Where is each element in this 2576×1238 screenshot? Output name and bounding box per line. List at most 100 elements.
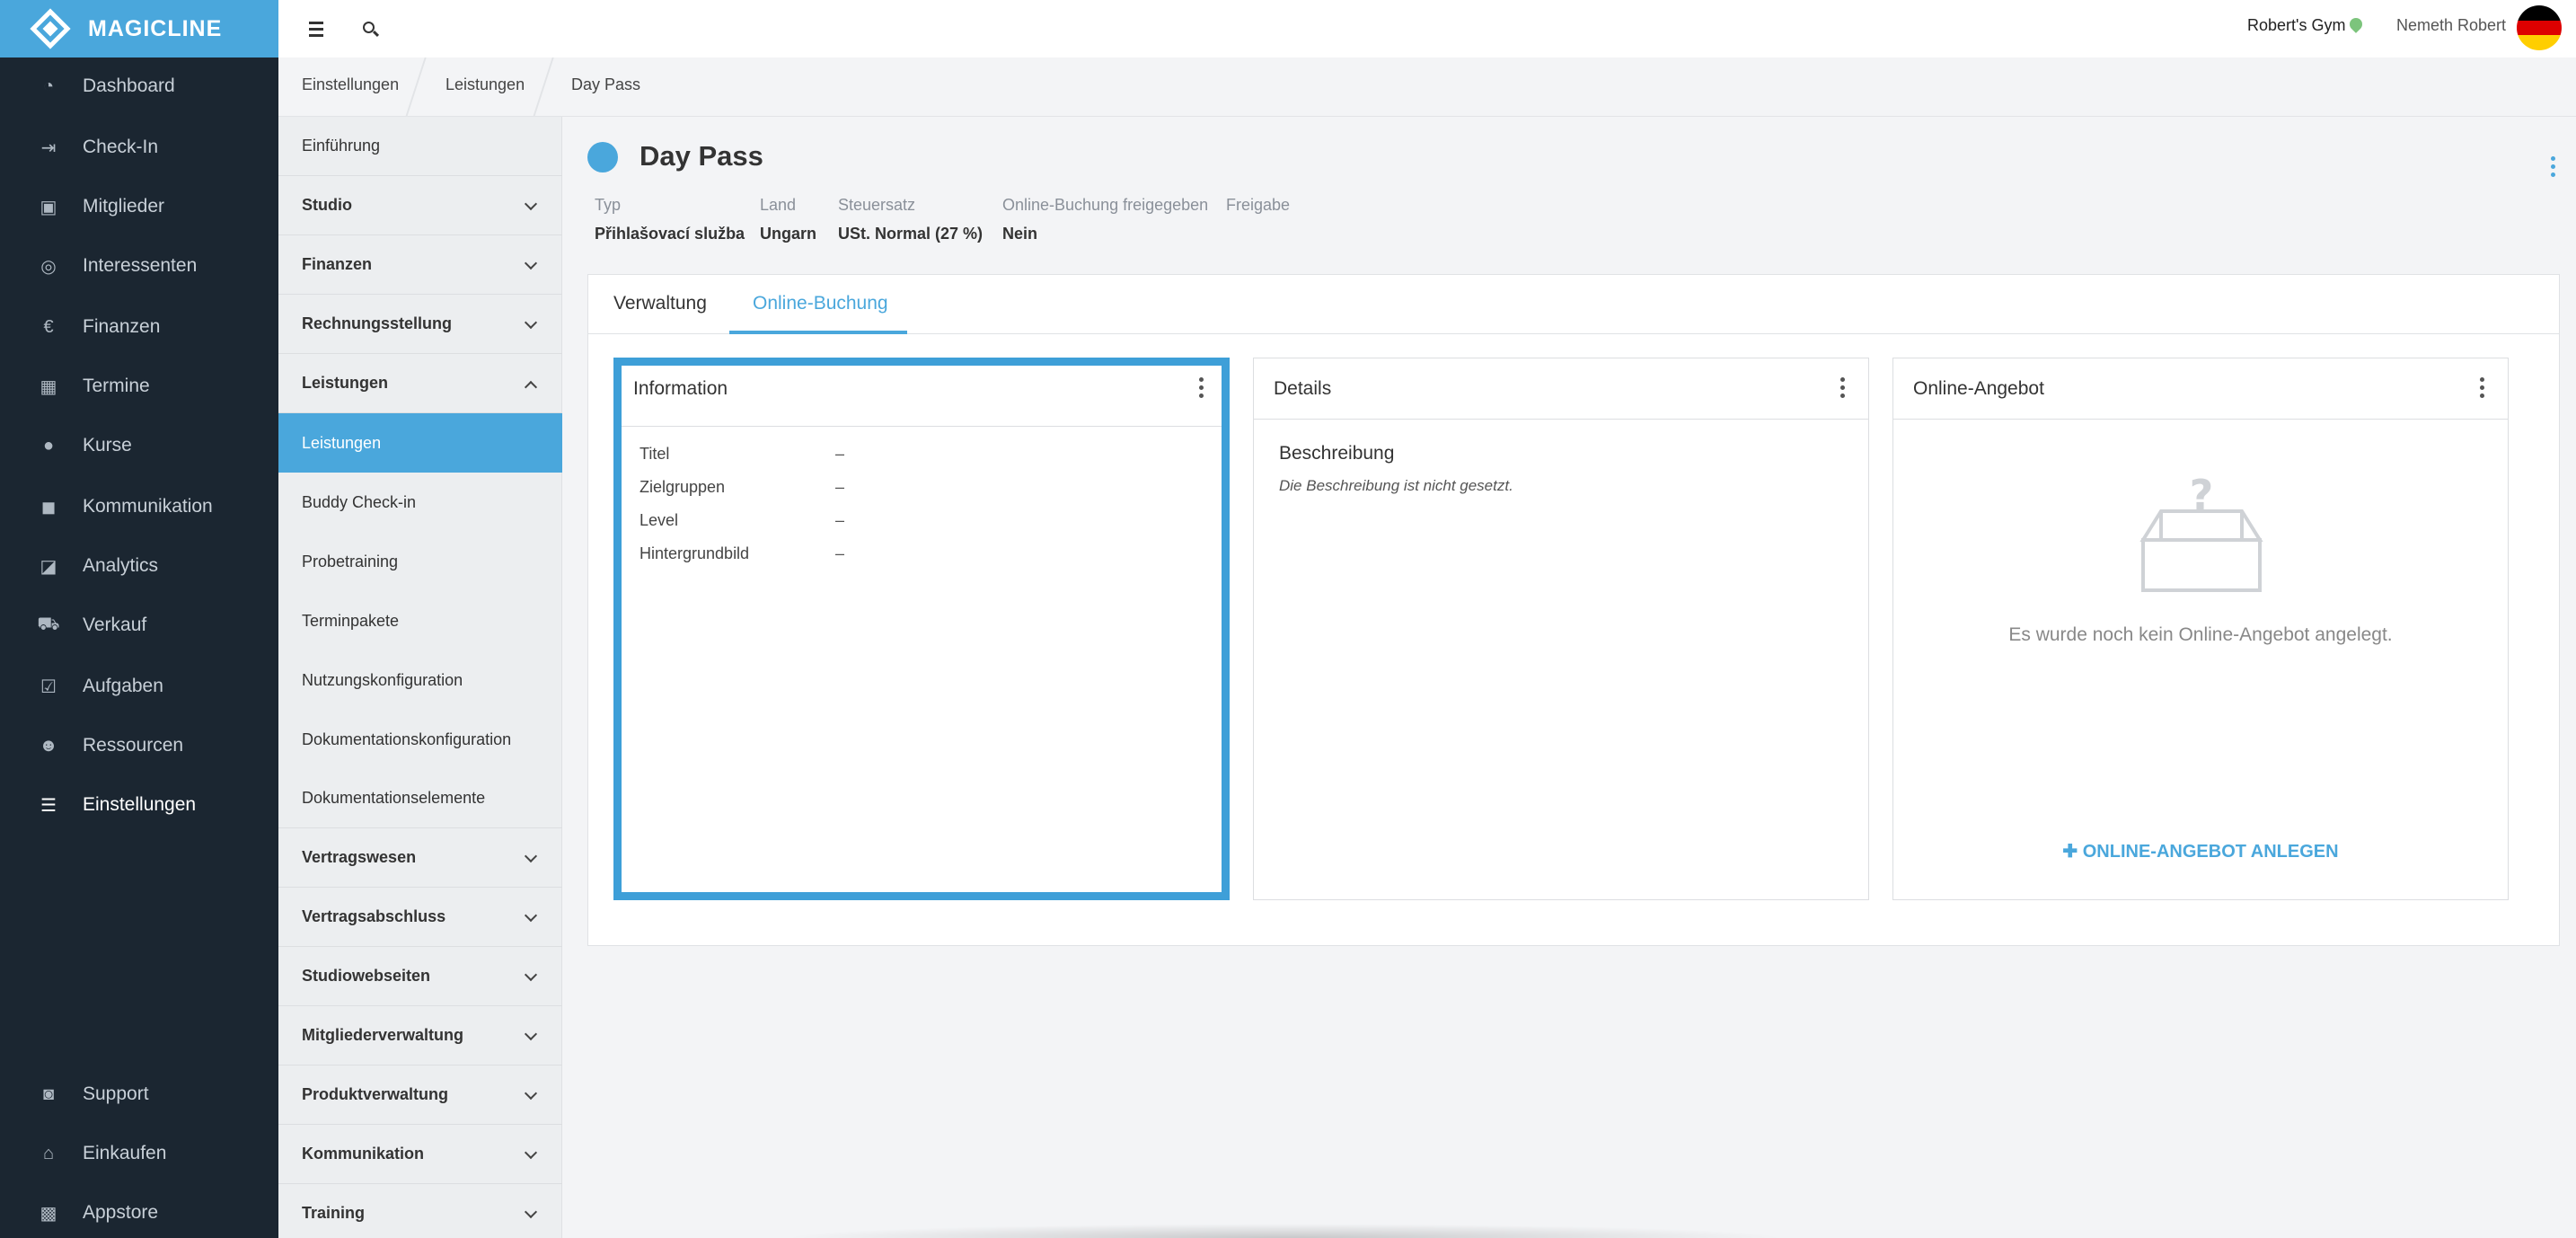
nav-check-in[interactable]: ⇥ Check-In [0, 122, 278, 172]
user-name[interactable]: Nemeth Robert [2396, 16, 2506, 35]
online-offer-card: Online-Angebot ? Es wurde noch kein Onli… [1892, 358, 2509, 900]
info-label-titel: Titel [640, 445, 670, 463]
brand-logo[interactable]: MAGICLINE [0, 0, 278, 57]
page-more-options-icon[interactable] [2549, 156, 2556, 183]
euro-icon: € [43, 316, 54, 337]
status-indicator [587, 142, 618, 172]
settings-item-dokumentationskonfiguration[interactable]: Dokumentationskonfiguration [278, 710, 562, 769]
more-options-icon[interactable] [2480, 377, 2484, 398]
settings-group-studiowebseiten[interactable]: Studiowebseiten [278, 947, 562, 1006]
nav-einkaufen[interactable]: ⌂ Einkaufen [0, 1128, 278, 1179]
nav-dashboard[interactable]: ◔ Dashboard [0, 61, 278, 111]
settings-item-buddy-check-in[interactable]: Buddy Check-in [278, 473, 562, 532]
settings-group-rechnungsstellung[interactable]: Rechnungsstellung [278, 295, 562, 354]
meta-label-online-buchung: Online-Buchung freigegeben [1002, 196, 1209, 214]
breadcrumb-einstellungen[interactable]: Einstellungen [302, 75, 399, 94]
card-header: Details [1254, 358, 1868, 420]
settings-group-mitgliederverwaltung[interactable]: Mitgliederverwaltung [278, 1006, 562, 1066]
info-value-zielgruppen: – [835, 478, 845, 496]
nav-label: Support [83, 1083, 149, 1104]
information-card[interactable]: Information Titel – Zielgruppen – Level … [613, 358, 1230, 900]
more-options-icon[interactable] [1840, 377, 1845, 398]
settings-item-label: Rechnungsstellung [302, 314, 453, 332]
nav-analytics[interactable]: ◪ Analytics [0, 541, 278, 591]
gym-name[interactable]: Robert's Gym [2247, 16, 2345, 35]
nav-termine[interactable]: ▦ Termine [0, 361, 278, 411]
settings-group-vertragsabschluss[interactable]: Vertragsabschluss [278, 888, 562, 947]
nav-einstellungen[interactable]: ☰ Einstellungen [0, 780, 278, 830]
chevron-down-icon [524, 908, 538, 923]
info-label-hintergrundbild: Hintergrundbild [640, 544, 750, 562]
nav-mitglieder[interactable]: ▣ Mitglieder [0, 181, 278, 232]
card-title: Details [1274, 378, 1332, 399]
create-online-offer-label: ONLINE-ANGEBOT ANLEGEN [2082, 842, 2339, 862]
meta-value-online-buchung: Nein [1002, 225, 1038, 243]
nav-label: Termine [83, 376, 150, 396]
card-header: Online-Angebot [1893, 358, 2508, 420]
nav-aufgaben[interactable]: ☑ Aufgaben [0, 661, 278, 712]
meta-label-steuersatz: Steuersatz [838, 196, 916, 214]
nav-ressourcen[interactable]: ☻ Ressourcen [0, 721, 278, 771]
settings-group-finanzen[interactable]: Finanzen [278, 235, 562, 295]
settings-item-label: Einführung [302, 137, 381, 155]
nav-label: Aufgaben [83, 676, 163, 696]
settings-item-label: Kommunikation [302, 1145, 425, 1163]
nav-verkauf[interactable]: ⛟ Verkauf [0, 600, 278, 650]
settings-item-terminpakete[interactable]: Terminpakete [278, 591, 562, 650]
settings-group-leistungen[interactable]: Leistungen [278, 354, 562, 413]
nav-label: Finanzen [83, 316, 161, 337]
german-flag-icon[interactable] [2517, 5, 2562, 50]
create-online-offer-button[interactable]: ✚ ONLINE-ANGEBOT ANLEGEN [1893, 840, 2508, 862]
settings-item-label: Vertragsabschluss [302, 907, 446, 925]
settings-item-label: Dokumentationskonfiguration [302, 730, 512, 748]
tab-verwaltung[interactable]: Verwaltung [613, 293, 707, 314]
settings-group-training[interactable]: Training [278, 1184, 562, 1238]
breadcrumb-leistungen[interactable]: Leistungen [446, 75, 525, 94]
nav-appstore[interactable]: ▩ Appstore [0, 1188, 278, 1238]
nav-label: Kurse [83, 435, 132, 455]
settings-item-label: Dokumentationselemente [302, 789, 486, 807]
chart-icon: ◪ [40, 556, 57, 577]
main-content: Day Pass Typ Přihlašovací služba Land Un… [562, 117, 2576, 1238]
prospects-icon: ◎ [40, 256, 57, 277]
details-card: Details Beschreibung Die Beschreibung is… [1253, 358, 1869, 900]
nav-kommunikation[interactable]: ◼ Kommunikation [0, 482, 278, 532]
meta-value-steuersatz: USt. Normal (27 %) [838, 225, 984, 243]
settings-group-produktverwaltung[interactable]: Produktverwaltung [278, 1066, 562, 1125]
tab-online-buchung[interactable]: Online-Buchung [753, 293, 888, 314]
settings-item-label: Terminpakete [302, 611, 400, 630]
settings-group-vertragswesen[interactable]: Vertragswesen [278, 828, 562, 888]
card-title: Information [633, 378, 728, 399]
plus-icon: ✚ [2062, 842, 2083, 862]
settings-group-kommunikation[interactable]: Kommunikation [278, 1125, 562, 1184]
nav-finanzen[interactable]: € Finanzen [0, 302, 278, 352]
breadcrumb-separator [533, 57, 554, 117]
settings-menu: Einführung Studio Finanzen Rechnungsstel… [278, 117, 562, 1238]
settings-item-leistungen[interactable]: Leistungen [278, 413, 562, 473]
settings-item-nutzungskonfiguration[interactable]: Nutzungskonfiguration [278, 650, 562, 710]
nav-kurse[interactable]: ● Kurse [0, 420, 278, 471]
info-label-zielgruppen: Zielgruppen [640, 478, 726, 496]
search-icon[interactable] [356, 14, 384, 43]
settings-item-einfuehrung[interactable]: Einführung [278, 117, 562, 176]
dashboard-icon: ◔ [42, 75, 55, 96]
more-options-icon[interactable] [1199, 377, 1204, 398]
settings-item-dokumentationselemente[interactable]: Dokumentationselemente [278, 769, 562, 828]
card-header: Information [622, 366, 1222, 427]
check-in-icon: ⇥ [40, 137, 57, 158]
nav-label: Mitglieder [83, 196, 165, 217]
settings-item-probetraining[interactable]: Probetraining [278, 532, 562, 591]
nav-support[interactable]: ◙ Support [0, 1069, 278, 1119]
description-text: Die Beschreibung ist nicht gesetzt. [1279, 477, 1513, 494]
settings-group-studio[interactable]: Studio [278, 176, 562, 235]
breadcrumb: Einstellungen Leistungen Day Pass [278, 57, 2576, 117]
apps-icon: ▩ [40, 1203, 57, 1224]
settings-item-label: Studiowebseiten [302, 967, 431, 985]
location-pin-icon [2347, 15, 2365, 33]
settings-item-label: Nutzungskonfiguration [302, 670, 463, 689]
nav-interessenten[interactable]: ◎ Interessenten [0, 241, 278, 291]
active-tab-indicator [729, 331, 907, 334]
chevron-down-icon [524, 256, 538, 270]
hamburger-menu-icon[interactable] [302, 14, 331, 43]
chevron-down-icon [524, 1145, 538, 1160]
